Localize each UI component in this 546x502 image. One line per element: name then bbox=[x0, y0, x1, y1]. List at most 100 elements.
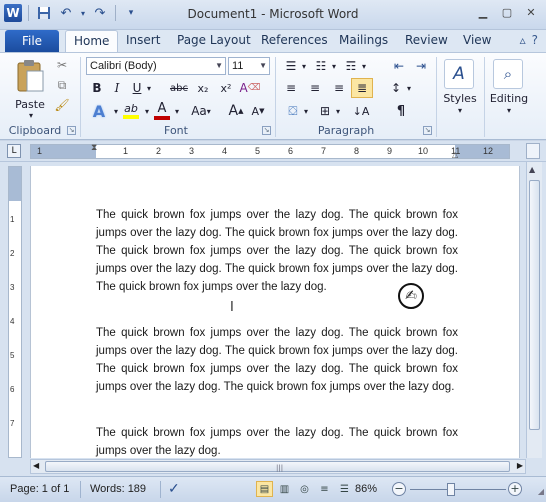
outline-view-icon[interactable]: ≡ bbox=[316, 481, 333, 497]
binoculars-icon[interactable]: ⌕ bbox=[493, 59, 523, 89]
paragraph-launcher-icon[interactable]: ↘ bbox=[423, 126, 432, 135]
borders-icon[interactable]: ⊞ bbox=[316, 101, 334, 121]
zoom-slider-track[interactable] bbox=[410, 489, 506, 490]
highlight-button[interactable]: ab bbox=[120, 100, 142, 120]
vertical-ruler[interactable]: 1 2 3 4 5 6 7 bbox=[8, 166, 22, 458]
document-page[interactable]: The quick brown fox jumps over the lazy … bbox=[30, 166, 520, 458]
styles-icon[interactable]: A bbox=[444, 59, 474, 89]
paragraph-1[interactable]: The quick brown fox jumps over the lazy … bbox=[96, 206, 458, 296]
close-button[interactable]: ✕ bbox=[520, 3, 542, 21]
scroll-left-icon[interactable]: ◀ bbox=[33, 461, 39, 470]
bullets-icon[interactable]: ☰ bbox=[282, 57, 300, 75]
full-screen-reading-icon[interactable]: ▥ bbox=[276, 481, 293, 497]
decrease-indent-icon[interactable]: ⇤ bbox=[390, 57, 408, 75]
numbering-icon[interactable]: ☷ bbox=[312, 57, 330, 75]
zoom-slider-thumb[interactable] bbox=[447, 483, 455, 496]
bullets-dropdown-icon[interactable]: ▾ bbox=[300, 57, 308, 75]
page-count[interactable]: Page: 1 of 1 bbox=[10, 483, 69, 495]
zoom-out-button[interactable]: − bbox=[392, 482, 406, 496]
web-layout-icon[interactable]: ◎ bbox=[296, 481, 313, 497]
paste-button[interactable]: Paste bbox=[12, 97, 48, 111]
underline-dropdown-icon[interactable]: ▾ bbox=[145, 79, 153, 97]
tab-references[interactable]: References bbox=[261, 33, 328, 47]
tab-page-layout[interactable]: Page Layout bbox=[177, 33, 251, 47]
multilevel-list-icon[interactable]: ☶ bbox=[342, 57, 360, 75]
strikethrough-button[interactable]: abc bbox=[168, 79, 190, 97]
subscript-button[interactable]: x₂ bbox=[193, 79, 213, 97]
chevron-down-icon[interactable]: ▼ bbox=[215, 61, 223, 70]
tab-view[interactable]: View bbox=[463, 33, 491, 47]
paragraph-2[interactable]: The quick brown fox jumps over the lazy … bbox=[96, 324, 458, 396]
line-spacing-icon[interactable]: ↕ bbox=[387, 79, 405, 97]
clear-formatting-button[interactable]: A ⌫ bbox=[239, 79, 261, 97]
zoom-level[interactable]: 86% bbox=[355, 483, 377, 495]
text-effects-dropdown-icon[interactable]: ▾ bbox=[112, 101, 120, 121]
superscript-button[interactable]: x² bbox=[216, 79, 236, 97]
horizontal-scrollbar[interactable]: ◀ ||| ▶ bbox=[30, 459, 526, 474]
proofing-icon[interactable]: ✓ bbox=[168, 480, 180, 497]
clipboard-launcher-icon[interactable]: ↘ bbox=[67, 126, 76, 135]
print-layout-view-icon[interactable]: ▤ bbox=[256, 481, 273, 497]
paste-icon[interactable] bbox=[12, 57, 48, 97]
tab-insert[interactable]: Insert bbox=[126, 33, 160, 47]
show-marks-button[interactable]: ¶ bbox=[392, 101, 410, 121]
highlight-dropdown-icon[interactable]: ▾ bbox=[143, 101, 151, 121]
horizontal-ruler[interactable]: 1 1 2 3 4 5 6 7 8 9 10 11 12 ⧗ △ bbox=[30, 143, 510, 159]
font-size-combo[interactable]: 11 ▼ bbox=[228, 57, 270, 75]
grow-font-button[interactable]: A ▲ bbox=[228, 101, 244, 121]
font-name-combo[interactable]: Calibri (Body) ▼ bbox=[86, 57, 226, 75]
justify-icon[interactable]: ≣ bbox=[351, 78, 373, 98]
text-effects-icon[interactable]: A bbox=[88, 101, 110, 121]
editing-button[interactable]: Editing bbox=[486, 91, 532, 105]
numbering-dropdown-icon[interactable]: ▾ bbox=[330, 57, 338, 75]
vertical-scrollbar[interactable]: ▲ bbox=[526, 162, 542, 458]
tab-home[interactable]: Home bbox=[65, 30, 119, 53]
minimize-ribbon-icon[interactable]: ▵ bbox=[520, 33, 526, 47]
tab-file[interactable]: File bbox=[5, 30, 59, 52]
right-indent-marker-icon[interactable]: △ bbox=[452, 150, 458, 159]
minimize-button[interactable]: ▁ bbox=[472, 3, 494, 21]
align-left-icon[interactable]: ≡ bbox=[282, 79, 300, 97]
maximize-button[interactable]: ▢ bbox=[496, 3, 518, 21]
shrink-font-button[interactable]: A ▼ bbox=[250, 101, 266, 121]
word-count[interactable]: Words: 189 bbox=[90, 483, 146, 495]
line-spacing-dropdown-icon[interactable]: ▾ bbox=[405, 79, 413, 97]
horizontal-scroll-thumb[interactable]: ||| bbox=[45, 461, 510, 472]
align-center-icon[interactable]: ≡ bbox=[306, 79, 324, 97]
copy-icon[interactable]: ⧉ bbox=[54, 77, 70, 93]
format-painter-icon[interactable]: 🖌 bbox=[54, 97, 70, 113]
vertical-scroll-thumb[interactable] bbox=[529, 180, 540, 430]
borders-dropdown-icon[interactable]: ▾ bbox=[334, 101, 342, 121]
change-case-button[interactable]: Aa ▾ bbox=[189, 101, 213, 121]
scroll-right-icon[interactable]: ▶ bbox=[517, 461, 523, 470]
increase-indent-icon[interactable]: ⇥ bbox=[412, 57, 430, 75]
font-color-button[interactable]: A bbox=[152, 100, 172, 120]
styles-button[interactable]: Styles bbox=[440, 91, 480, 105]
resize-grip-icon[interactable]: ◢ bbox=[538, 487, 544, 496]
scroll-up-icon[interactable]: ▲ bbox=[529, 165, 535, 174]
underline-button[interactable]: U bbox=[128, 79, 146, 97]
tab-selector-icon[interactable]: L bbox=[7, 144, 21, 158]
indent-marker-icon[interactable]: ⧗ bbox=[91, 143, 97, 153]
font-color-dropdown-icon[interactable]: ▾ bbox=[173, 101, 181, 121]
align-right-icon[interactable]: ≡ bbox=[330, 79, 348, 97]
shading-icon[interactable]: ⛋ bbox=[284, 101, 302, 121]
editing-dropdown-icon[interactable]: ▾ bbox=[504, 105, 514, 115]
bold-button[interactable]: B bbox=[88, 79, 106, 97]
zoom-in-button[interactable]: + bbox=[508, 482, 522, 496]
italic-button[interactable]: I bbox=[108, 79, 126, 97]
styles-dropdown-icon[interactable]: ▾ bbox=[455, 105, 465, 115]
paragraph-3[interactable]: The quick brown fox jumps over the lazy … bbox=[96, 424, 458, 458]
multilevel-dropdown-icon[interactable]: ▾ bbox=[360, 57, 368, 75]
paste-dropdown-icon[interactable]: ▾ bbox=[26, 111, 36, 120]
font-launcher-icon[interactable]: ↘ bbox=[262, 126, 271, 135]
help-icon[interactable]: ? bbox=[532, 33, 538, 47]
shading-dropdown-icon[interactable]: ▾ bbox=[302, 101, 310, 121]
tab-mailings[interactable]: Mailings bbox=[339, 33, 388, 47]
chevron-down-icon[interactable]: ▼ bbox=[259, 61, 267, 70]
view-ruler-toggle[interactable] bbox=[526, 143, 540, 159]
sort-icon[interactable]: ↓A bbox=[352, 101, 370, 121]
draft-view-icon[interactable]: ☰ bbox=[336, 481, 353, 497]
cut-icon[interactable]: ✂ bbox=[54, 57, 70, 73]
tab-review[interactable]: Review bbox=[405, 33, 448, 47]
